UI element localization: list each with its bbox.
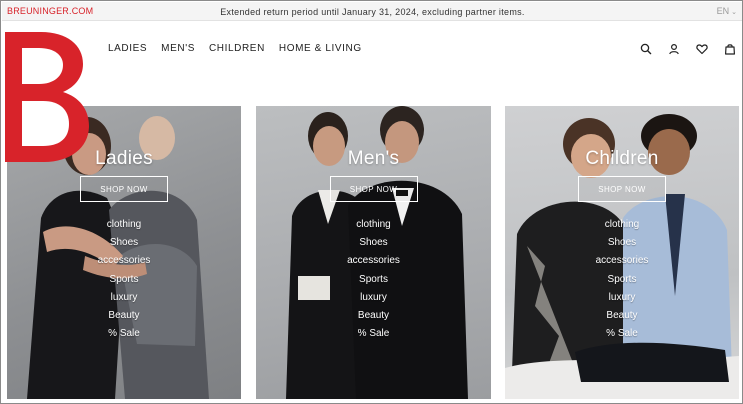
link-mens-beauty[interactable]: Beauty (256, 307, 491, 325)
category-tile-mens[interactable]: Men's SHOP NOW clothing Shoes accessorie… (256, 106, 491, 399)
link-children-luxury[interactable]: luxury (505, 289, 739, 307)
category-links-children: clothing Shoes accessories Sports luxury… (505, 216, 739, 343)
link-mens-sports[interactable]: Sports (256, 271, 491, 289)
language-label: EN (716, 6, 730, 16)
category-links-ladies: clothing Shoes accessories Sports luxury… (7, 216, 241, 343)
tile-title-children: Children (585, 148, 659, 169)
search-icon[interactable] (639, 42, 653, 56)
nav-item-mens[interactable]: MEN'S (161, 43, 195, 54)
promo-text: Extended return period until January 31,… (220, 7, 525, 17)
main-navigation: LADIES MEN'S CHILDREN HOME & LIVING (108, 43, 362, 54)
link-ladies-sports[interactable]: Sports (7, 271, 241, 289)
link-children-clothing[interactable]: clothing (505, 216, 739, 234)
tile-title-mens: Men's (347, 148, 400, 169)
wishlist-heart-icon[interactable] (695, 42, 709, 56)
language-selector[interactable]: EN ⌄ (717, 6, 737, 16)
link-children-shoes[interactable]: Shoes (505, 234, 739, 252)
link-children-beauty[interactable]: Beauty (505, 307, 739, 325)
link-children-sale[interactable]: % Sale (505, 325, 739, 343)
shop-now-button-ladies[interactable]: SHOP NOW (80, 176, 168, 202)
link-mens-sale[interactable]: % Sale (256, 325, 491, 343)
link-ladies-clothing[interactable]: clothing (7, 216, 241, 234)
nav-item-home-living[interactable]: HOME & LIVING (279, 43, 362, 54)
site-header: LADIES MEN'S CHILDREN HOME & LIVING (2, 22, 742, 80)
link-ladies-sale[interactable]: % Sale (7, 325, 241, 343)
link-children-accessories[interactable]: accessories (505, 252, 739, 270)
breuninger-logo-icon[interactable] (1, 32, 91, 162)
promo-bar: BREUNINGER.COM Extended return period un… (2, 2, 742, 21)
category-tile-children[interactable]: Children SHOP NOW clothing Shoes accesso… (505, 106, 739, 399)
link-ladies-luxury[interactable]: luxury (7, 289, 241, 307)
link-mens-clothing[interactable]: clothing (256, 216, 491, 234)
browser-viewport: BREUNINGER.COM Extended return period un… (0, 0, 743, 404)
shop-now-button-children[interactable]: SHOP NOW (578, 176, 666, 202)
nav-item-children[interactable]: CHILDREN (209, 43, 265, 54)
header-actions (639, 42, 737, 56)
category-links-mens: clothing Shoes accessories Sports luxury… (256, 216, 491, 343)
link-ladies-accessories[interactable]: accessories (7, 252, 241, 270)
shop-now-button-mens[interactable]: SHOP NOW (329, 176, 418, 202)
account-icon[interactable] (667, 42, 681, 56)
bag-icon[interactable] (723, 42, 737, 56)
link-ladies-shoes[interactable]: Shoes (7, 234, 241, 252)
chevron-down-icon: ⌄ (731, 9, 737, 16)
link-mens-accessories[interactable]: accessories (256, 252, 491, 270)
link-ladies-beauty[interactable]: Beauty (7, 307, 241, 325)
nav-item-ladies[interactable]: LADIES (108, 43, 147, 54)
link-children-sports[interactable]: Sports (505, 271, 739, 289)
link-mens-luxury[interactable]: luxury (256, 289, 491, 307)
link-mens-shoes[interactable]: Shoes (256, 234, 491, 252)
